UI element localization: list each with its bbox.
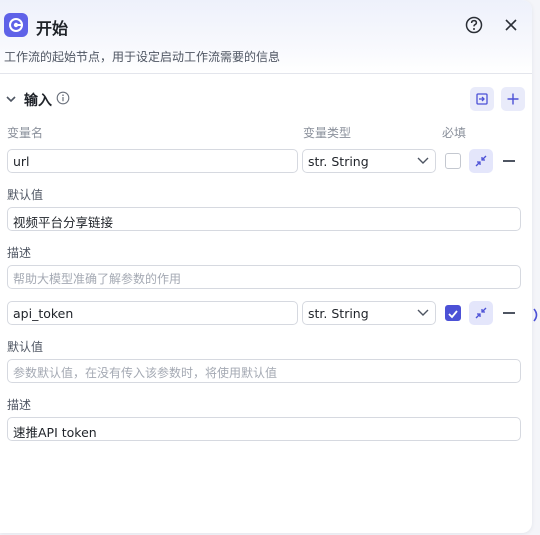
- import-button[interactable]: [470, 87, 494, 111]
- variable-type-value: str. String: [308, 306, 369, 321]
- checkmark-icon: [448, 310, 458, 319]
- chevron-down-icon: [417, 309, 429, 316]
- variable-name-input[interactable]: api_token: [7, 301, 298, 325]
- required-checkbox[interactable]: [445, 305, 461, 321]
- start-node-icon: [4, 13, 28, 37]
- collapse-chevron-icon[interactable]: [4, 92, 18, 106]
- default-value-input[interactable]: 视频平台分享链接: [7, 207, 521, 231]
- description-label: 描述: [7, 398, 32, 412]
- panel-header: 开始 工作流的起始节点，用于设定启动工作流需要的信息: [0, 0, 532, 74]
- plus-icon: [507, 93, 519, 105]
- close-icon[interactable]: [501, 15, 521, 35]
- panel-subtitle: 工作流的起始节点，用于设定启动工作流需要的信息: [4, 50, 281, 64]
- shrink-icon: [475, 307, 487, 319]
- default-value-label: 默认值: [7, 340, 44, 354]
- variable-type-value: str. String: [308, 154, 369, 169]
- start-node-panel: 开始 工作流的起始节点，用于设定启动工作流需要的信息 输入 变量名 变量类型 必…: [0, 0, 532, 533]
- add-variable-button[interactable]: [501, 87, 525, 111]
- default-value-input[interactable]: 参数默认值，在没有传入该参数时，将使用默认值: [7, 359, 521, 383]
- remove-variable-button[interactable]: [503, 160, 515, 162]
- required-checkbox[interactable]: [445, 153, 461, 169]
- info-icon[interactable]: [56, 91, 70, 105]
- node-edge-handle-icon[interactable]: [533, 307, 540, 323]
- description-input[interactable]: 帮助大模型准确了解参数的作用: [7, 265, 521, 289]
- description-label: 描述: [7, 246, 32, 260]
- column-header-type: 变量类型: [303, 126, 352, 140]
- column-header-name: 变量名: [7, 126, 44, 140]
- input-section-header: 输入: [0, 86, 532, 112]
- column-header-required: 必填: [442, 126, 467, 140]
- shrink-icon: [475, 155, 487, 167]
- collapse-variable-button[interactable]: [469, 301, 493, 325]
- description-input[interactable]: 速推API token: [7, 417, 521, 441]
- section-title: 输入: [24, 93, 52, 109]
- variable-name-input[interactable]: url: [7, 149, 298, 173]
- collapse-variable-button[interactable]: [469, 149, 493, 173]
- panel-title: 开始: [36, 19, 69, 38]
- import-icon: [476, 93, 488, 105]
- chevron-down-icon: [417, 157, 429, 164]
- help-icon[interactable]: [464, 15, 484, 35]
- remove-variable-button[interactable]: [503, 312, 515, 314]
- variable-type-select[interactable]: str. String: [302, 301, 436, 325]
- variable-type-select[interactable]: str. String: [302, 149, 436, 173]
- default-value-label: 默认值: [7, 188, 44, 202]
